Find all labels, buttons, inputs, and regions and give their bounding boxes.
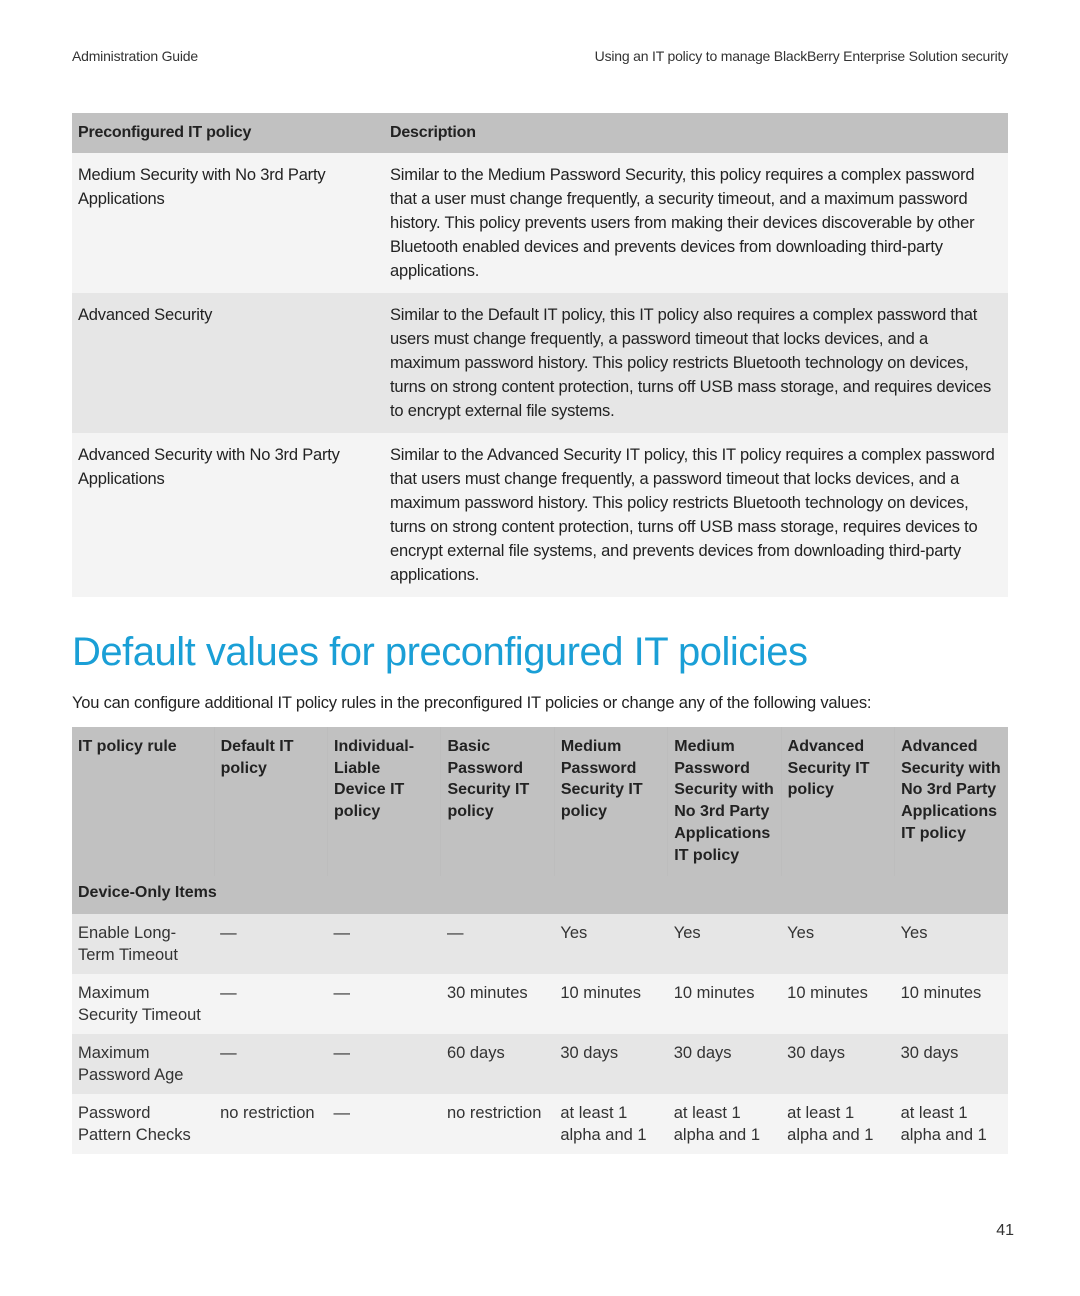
defaults-table-body: Enable Long-Term Timeout — — — Yes Yes Yes Yes M… [72, 914, 1008, 1155]
value-cell: — [214, 974, 328, 1035]
column-header-advanced-security: Advanced Security IT policy [780, 727, 895, 877]
table-row: Medium Security with No 3rd Party Applic… [72, 153, 1008, 293]
column-header-it-policy-rule: IT policy rule [72, 727, 215, 877]
value-cell: — [327, 1094, 441, 1155]
rule-name-cell: Maximum Security Timeout [72, 974, 215, 1035]
running-header-right: Using an IT policy to manage BlackBerry … [594, 48, 1009, 64]
value-cell: 10 minutes [554, 974, 668, 1035]
preconfigured-policy-table: Preconfigured IT policy Description Medi… [72, 113, 1008, 597]
rule-name-cell: Maximum Password Age [72, 1034, 215, 1095]
table-header-row: IT policy rule Default IT policy Individ… [72, 727, 1008, 877]
value-cell: 30 days [667, 1034, 782, 1095]
table-row: Maximum Password Age — —60 days 30 days 30 d… [72, 1034, 1008, 1095]
value-cell: no restriction [214, 1094, 328, 1155]
policy-name: Advanced Security with No 3rd Party Appl… [72, 433, 384, 597]
table-row: Enable Long-Term Timeout — — — Yes Yes Yes Yes [72, 914, 1008, 975]
value-cell: — [214, 914, 328, 975]
section-intro: You can configure additional IT policy r… [72, 694, 872, 712]
column-header-medium-password: Medium Password Security IT policy [553, 727, 668, 877]
column-header-medium-no-3rd-party: Medium Password Security with No 3rd Par… [667, 727, 782, 877]
value-cell: no restriction [440, 1094, 555, 1155]
value-cell: at least 1 alpha and 1 [894, 1094, 1008, 1155]
value-cell: 30 days [554, 1034, 668, 1095]
value-cell: 30 days [781, 1034, 895, 1095]
value-cell: — [327, 974, 441, 1035]
rule-name-cell: Enable Long-Term Timeout [72, 914, 215, 975]
value-cell: Yes [894, 914, 1008, 975]
group-header-row: Device-Only Items [72, 876, 1008, 915]
column-header-default: Default IT policy [213, 727, 328, 877]
policy-description: Similar to the Medium Password Security,… [384, 153, 1008, 293]
table-row: Advanced Security Similar to the Default… [72, 293, 1008, 433]
rule-name-cell: Password Pattern Checks [72, 1094, 215, 1155]
value-cell: at least 1 alpha and 1 [554, 1094, 668, 1155]
value-cell: — [440, 914, 555, 975]
running-header: Administration Guide Using an IT policy … [72, 48, 1008, 64]
value-cell: — [327, 1034, 441, 1095]
value-cell: at least 1 alpha and 1 [667, 1094, 782, 1155]
section-title: Default values for preconfigured IT poli… [72, 630, 808, 674]
value-cell: 60 days [440, 1034, 555, 1095]
default-values-table: IT policy rule Default IT policy Individ… [72, 727, 1008, 1155]
value-cell: 10 minutes [894, 974, 1008, 1035]
policy-name: Advanced Security [72, 293, 384, 433]
column-header-description: Description [384, 113, 1008, 153]
group-label: Device-Only Items [72, 876, 1008, 915]
page-number: 41 [996, 1222, 1014, 1239]
table-header-row: Preconfigured IT policy Description [72, 113, 1008, 153]
value-cell: Yes [781, 914, 895, 975]
column-header-policy: Preconfigured IT policy [72, 113, 384, 153]
running-header-left: Administration Guide [72, 48, 198, 64]
value-cell: — [327, 914, 441, 975]
policy-description: Similar to the Advanced Security IT poli… [384, 433, 1008, 597]
column-header-advanced-no-3rd-party: Advanced Security with No 3rd Party Appl… [894, 727, 1008, 877]
value-cell: Yes [667, 914, 782, 975]
value-cell: 30 minutes [440, 974, 555, 1035]
table-row: Advanced Security with No 3rd Party Appl… [72, 433, 1008, 597]
value-cell: at least 1 alpha and 1 [781, 1094, 895, 1155]
value-cell: — [214, 1034, 328, 1095]
policy-description: Similar to the Default IT policy, this I… [384, 293, 1008, 433]
column-header-individual-liable: Individual-Liable Device IT policy [327, 727, 441, 877]
table-row: Maximum Security Timeout — —30 minutes 10 m… [72, 974, 1008, 1035]
table-row: Password Pattern Checks no restriction — no… [72, 1094, 1008, 1155]
value-cell: 10 minutes [667, 974, 782, 1035]
value-cell: 30 days [894, 1034, 1008, 1095]
value-cell: Yes [554, 914, 668, 975]
policy-name: Medium Security with No 3rd Party Applic… [72, 153, 384, 293]
column-header-basic-password: Basic Password Security IT policy [440, 727, 555, 877]
value-cell: 10 minutes [781, 974, 895, 1035]
